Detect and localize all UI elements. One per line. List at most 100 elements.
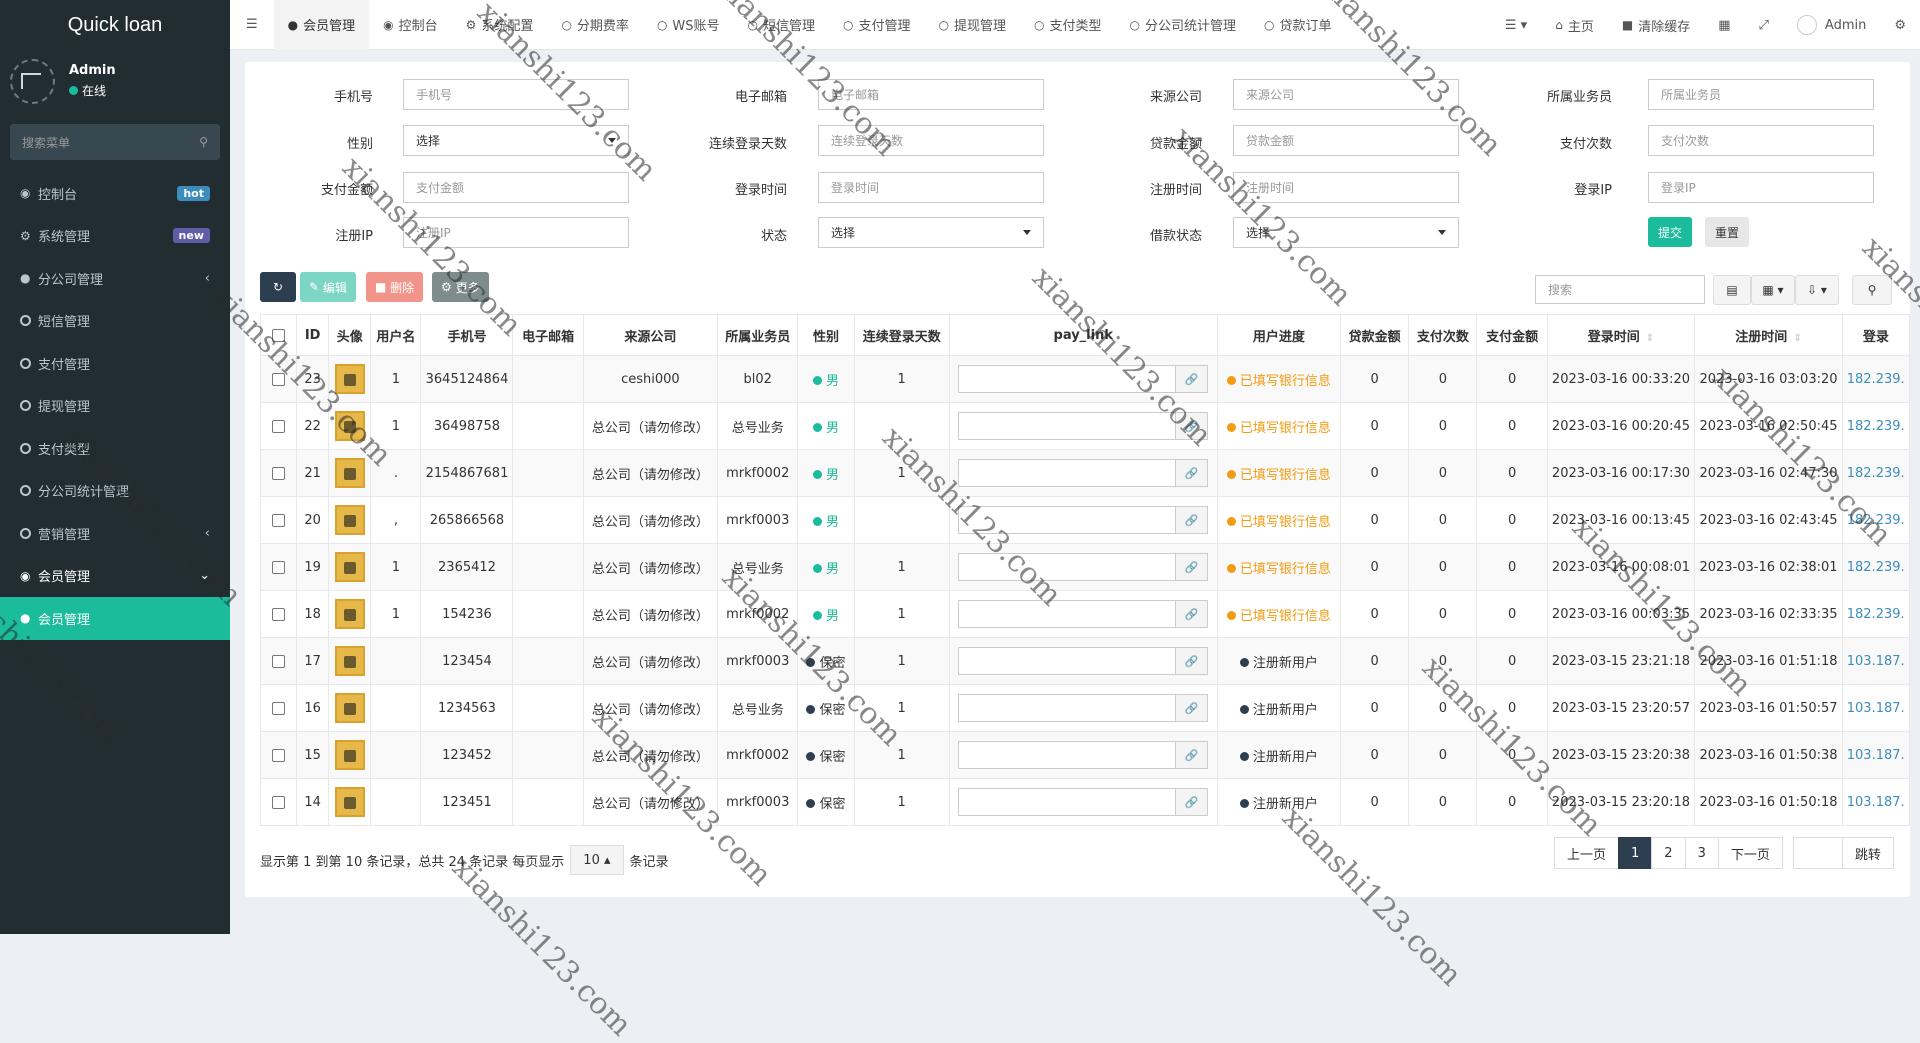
delete-button[interactable]: ■ 删除 xyxy=(366,272,424,302)
reg-ip-input[interactable]: 注册IP xyxy=(403,217,629,248)
row-checkbox[interactable] xyxy=(272,513,286,527)
avatar-thumbnail[interactable] xyxy=(334,740,365,770)
source-input[interactable]: 来源公司 xyxy=(1233,79,1459,110)
state-select[interactable]: 选择 xyxy=(818,217,1044,248)
tab-sms[interactable]: ○ 短信管理 xyxy=(734,0,830,50)
pay-link-input[interactable] xyxy=(958,459,1177,487)
more-button[interactable]: ⚙ 更多 xyxy=(432,272,489,302)
avatar-thumbnail[interactable] xyxy=(334,364,365,394)
col-id[interactable]: ID xyxy=(296,314,330,356)
avatar-thumbnail[interactable] xyxy=(334,505,365,535)
row-select-cell[interactable] xyxy=(259,590,298,638)
pay-link-input[interactable] xyxy=(958,506,1177,534)
cell-login-ip[interactable]: 103.187. xyxy=(1841,731,1911,779)
export-button[interactable]: ⇩ ▾ xyxy=(1795,275,1839,305)
pay-link-input[interactable] xyxy=(958,741,1177,769)
page-3-button[interactable]: 3 xyxy=(1684,837,1719,869)
table-row[interactable]: 14 123451 总公司（请勿修改） mrkf0003 保密 1 🔗 注册新用户 0 0 0 202… xyxy=(259,778,1911,826)
avatar-thumbnail[interactable] xyxy=(334,458,365,488)
copy-link-icon[interactable]: 🔗 xyxy=(1176,694,1209,722)
app-logo[interactable]: Quick loan xyxy=(0,0,230,50)
tab-payment[interactable]: ○ 支付管理 xyxy=(829,0,925,50)
cell-login-ip[interactable]: 103.187. xyxy=(1841,684,1911,732)
row-checkbox[interactable] xyxy=(272,419,286,433)
row-checkbox[interactable] xyxy=(272,607,286,621)
copy-link-icon[interactable]: 🔗 xyxy=(1176,741,1209,769)
tab-branch-stats[interactable]: ○ 分公司统计管理 xyxy=(1116,0,1251,50)
salesman-input[interactable]: 所属业务员 xyxy=(1648,79,1874,110)
fullscreen-icon[interactable]: ⤢ xyxy=(1745,0,1783,50)
phone-input[interactable]: 手机号 xyxy=(403,79,629,110)
sidebar-item-dashboard[interactable]: ◉ 控制台 hot xyxy=(0,172,230,215)
row-select-cell[interactable] xyxy=(259,355,298,403)
sidebar-item-members[interactable]: ◉ 会员管理 ⌄ xyxy=(0,555,230,598)
copy-link-icon[interactable]: 🔗 xyxy=(1176,553,1209,581)
admin-menu[interactable]: Admin xyxy=(1783,0,1880,50)
edit-button[interactable]: ✎ 编辑 xyxy=(300,272,356,302)
reset-button[interactable]: 重置 xyxy=(1705,217,1750,247)
copy-link-icon[interactable]: 🔗 xyxy=(1176,506,1209,534)
sidebar-item-withdraw[interactable]: 提现管理 xyxy=(0,385,230,428)
row-select-cell[interactable] xyxy=(259,543,298,591)
copy-link-icon[interactable]: 🔗 xyxy=(1176,459,1209,487)
pay-link-input[interactable] xyxy=(958,553,1177,581)
jump-button[interactable]: 跳转 xyxy=(1841,837,1894,869)
tab-installment-rate[interactable]: ○ 分期费率 xyxy=(547,0,643,50)
list-dropdown-icon[interactable]: ☰ ▾ xyxy=(1491,0,1541,50)
row-select-cell[interactable] xyxy=(259,778,298,826)
row-checkbox[interactable] xyxy=(272,372,286,386)
cell-login-ip[interactable]: 182.239. xyxy=(1841,590,1911,638)
sidebar-item-system[interactable]: ⚙ 系统管理 new xyxy=(0,215,230,258)
row-checkbox[interactable] xyxy=(272,701,286,715)
row-select-cell[interactable] xyxy=(259,496,298,544)
login-ip-input[interactable]: 登录IP xyxy=(1648,172,1874,203)
cell-login-ip[interactable]: 182.239. xyxy=(1841,402,1911,450)
loan-state-select[interactable]: 选择 xyxy=(1233,217,1459,248)
tab-withdraw[interactable]: ○ 提现管理 xyxy=(925,0,1021,50)
cell-login-ip[interactable]: 103.187. xyxy=(1841,637,1911,685)
page-size-dropdown[interactable]: 10 ▴ xyxy=(570,845,624,875)
table-search-input[interactable]: 搜索 xyxy=(1535,275,1705,304)
columns-button[interactable]: ▦ ▾ xyxy=(1751,275,1795,305)
menu-toggle-icon[interactable]: ☰ xyxy=(230,0,274,50)
sidebar-item-marketing[interactable]: 营销管理 ‹ xyxy=(0,512,230,555)
copy-link-icon[interactable]: 🔗 xyxy=(1176,647,1209,675)
copy-link-icon[interactable]: 🔗 xyxy=(1176,412,1209,440)
sidebar-item-member-manage[interactable]: ● 会员管理 xyxy=(0,597,230,640)
row-select-cell[interactable] xyxy=(259,449,298,497)
cell-login-ip[interactable]: 182.239. xyxy=(1841,355,1911,403)
tab-members[interactable]: ● 会员管理 xyxy=(273,0,370,50)
pay-link-input[interactable] xyxy=(958,365,1177,393)
avatar-thumbnail[interactable] xyxy=(334,646,365,676)
streak-input[interactable]: 连续登录天数 xyxy=(818,125,1044,156)
copy-link-icon[interactable]: 🔗 xyxy=(1176,788,1209,816)
email-input[interactable]: 电子邮箱 xyxy=(818,79,1044,110)
row-checkbox[interactable] xyxy=(272,795,286,809)
table-row[interactable]: 21. 2154867681 总公司（请勿修改） mrkf0002 男 1 🔗 已填写银行信息… xyxy=(259,449,1911,497)
refresh-button[interactable]: ↻ xyxy=(260,272,296,302)
copy-link-icon[interactable]: 🔗 xyxy=(1176,365,1209,393)
avatar-thumbnail[interactable] xyxy=(334,552,365,582)
clear-cache-link[interactable]: ■ 清除缓存 xyxy=(1608,0,1704,50)
loan-amount-input[interactable]: 贷款金额 xyxy=(1233,125,1459,156)
row-checkbox[interactable] xyxy=(272,654,286,668)
pay-link-input[interactable] xyxy=(958,694,1177,722)
pay-link-input[interactable] xyxy=(958,788,1177,816)
pay-link-input[interactable] xyxy=(958,600,1177,628)
settings-gear-icon[interactable]: ⚙ xyxy=(1880,0,1920,50)
language-icon[interactable]: ▦ xyxy=(1704,0,1744,50)
tab-system-config[interactable]: ⚙ 系统配置 xyxy=(452,0,548,50)
login-time-input[interactable]: 登录时间 xyxy=(818,172,1044,203)
col-reg-time[interactable]: 注册时间 ⇕ xyxy=(1694,314,1843,356)
select-all-checkbox[interactable] xyxy=(272,328,286,342)
tab-loan-orders[interactable]: ○ 贷款订单 xyxy=(1250,0,1346,50)
tab-paytype[interactable]: ○ 支付类型 xyxy=(1020,0,1116,50)
cell-login-ip[interactable]: 182.239. xyxy=(1841,449,1911,497)
home-link[interactable]: ⌂ 主页 xyxy=(1541,0,1608,50)
tab-dashboard[interactable]: ◉ 控制台 xyxy=(369,0,452,50)
avatar-thumbnail[interactable] xyxy=(334,599,365,629)
sidebar-search[interactable]: 搜索菜单 ⚲ xyxy=(10,124,220,160)
advanced-search-button[interactable]: ⚲ xyxy=(1852,275,1892,305)
table-row[interactable]: 23 1 3645124864 ceshi000 bl02 男 1 🔗 已填写银行信息 0 0 0 20… xyxy=(259,355,1911,403)
sidebar-item-branch-stats[interactable]: 分公司统计管理 xyxy=(0,470,230,513)
